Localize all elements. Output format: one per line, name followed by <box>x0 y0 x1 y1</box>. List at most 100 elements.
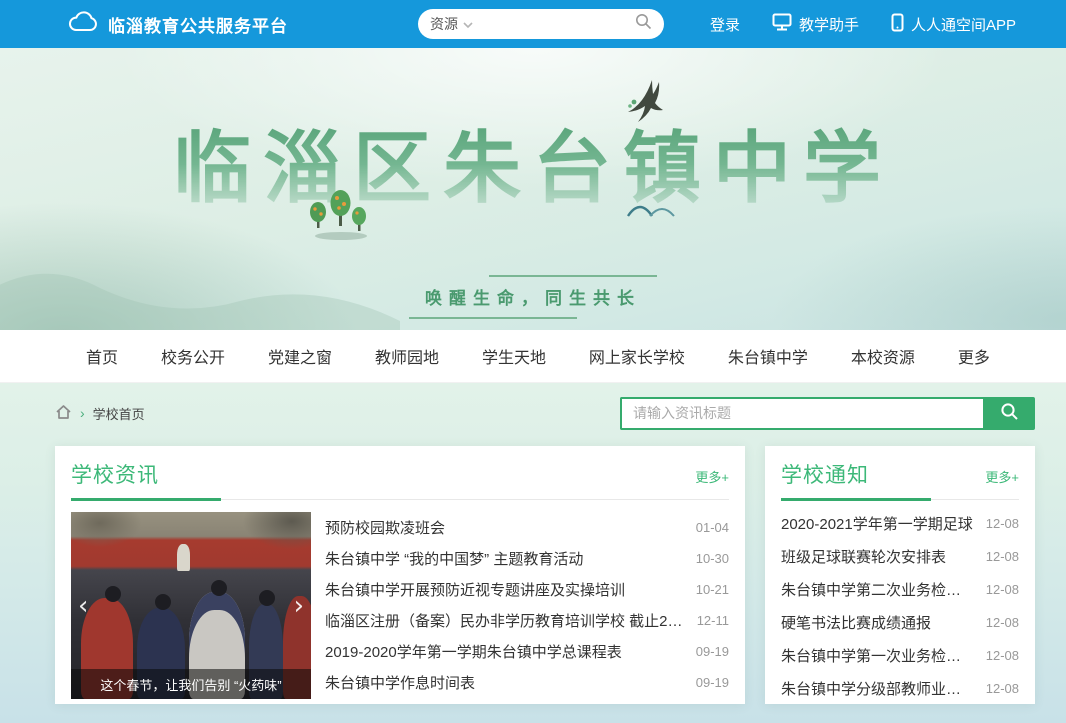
notice-item-title: 朱台镇中学分级部教师业务展 <box>781 678 974 699</box>
carousel-photo-head <box>259 590 275 606</box>
top-search-bar[interactable]: 资源 <box>418 9 664 39</box>
news-search <box>620 397 1035 430</box>
news-list-item[interactable]: 朱台镇中学作息时间表 09-19 <box>325 667 729 698</box>
school-notices-more-link[interactable]: 更多+ <box>985 467 1019 486</box>
teaching-assistant-label: 教学助手 <box>799 14 859 35</box>
news-carousel[interactable]: ‹ › 这个春节，让我们告别 “火药味” <box>71 512 311 699</box>
notice-item-date: 12-08 <box>986 516 1019 531</box>
banner-slogan: 唤醒生命，同生共长 <box>425 284 641 309</box>
carousel-prev-arrow[interactable]: ‹ <box>78 593 88 619</box>
swallow-bird-icon <box>618 78 676 135</box>
school-notices-header: 学校通知 更多+ <box>765 446 1035 489</box>
nav-item-parent-school[interactable]: 网上家长学校 <box>589 344 685 368</box>
school-news-card: 学校资讯 更多+ ‹ <box>55 446 745 704</box>
notice-item-title: 班级足球联赛轮次安排表 <box>781 546 946 567</box>
school-name-title: 临淄区朱台镇中学 <box>0 106 1066 218</box>
school-banner: 临淄区朱台镇中学 唤醒生命，同生共长 <box>0 48 1066 330</box>
nav-item-school-affairs[interactable]: 校务公开 <box>161 344 225 368</box>
top-bar: 临淄教育公共服务平台 资源 登录 教学助手 <box>0 0 1066 48</box>
notice-item-date: 12-08 <box>986 681 1019 696</box>
renrentong-app-link[interactable]: 人人通空间APP <box>891 13 1016 36</box>
notice-list-item[interactable]: 朱台镇中学分级部教师业务展 12-08 <box>781 672 1019 705</box>
nav-item-zhutai-school[interactable]: 朱台镇中学 <box>728 344 808 368</box>
news-item-title: 2019-2020学年第一学期朱台镇中学总课程表 <box>325 641 622 662</box>
notice-list-item[interactable]: 班级足球联赛轮次安排表 12-08 <box>781 540 1019 573</box>
login-link[interactable]: 登录 <box>710 14 740 35</box>
school-news-title: 学校资讯 <box>71 459 159 489</box>
nav-item-home[interactable]: 首页 <box>86 344 118 368</box>
news-item-title: 预防校园欺凌班会 <box>325 517 445 538</box>
platform-title: 临淄教育公共服务平台 <box>108 12 288 37</box>
carousel-photo-head <box>211 580 227 596</box>
school-notices-card: 学校通知 更多+ 2020-2021学年第一学期足球 12-08 班级足球联赛轮… <box>765 446 1035 704</box>
search-icon[interactable] <box>635 13 652 35</box>
renrentong-app-label: 人人通空间APP <box>911 14 1016 35</box>
carousel-photo-head <box>155 594 171 610</box>
nav-item-school-resources[interactable]: 本校资源 <box>851 344 915 368</box>
top-links: 登录 教学助手 人人通空间APP <box>710 13 1016 36</box>
news-list: 预防校园欺凌班会 01-04 朱台镇中学 “我的中国梦” 主题教育活动 10-3… <box>325 512 729 699</box>
notice-item-date: 12-08 <box>986 549 1019 564</box>
school-news-divider <box>71 498 729 501</box>
notice-list: 2020-2021学年第一学期足球 12-08 班级足球联赛轮次安排表 12-0… <box>765 501 1035 705</box>
notice-list-item[interactable]: 2020-2021学年第一学期足球 12-08 <box>781 507 1019 540</box>
phone-icon <box>891 13 904 36</box>
platform-logo[interactable]: 临淄教育公共服务平台 <box>68 11 288 38</box>
home-icon[interactable] <box>55 404 72 423</box>
news-item-title: 朱台镇中学 “我的中国梦” 主题教育活动 <box>325 548 583 569</box>
notice-list-item[interactable]: 朱台镇中学第二次业务检查的 12-08 <box>781 573 1019 606</box>
carousel-photo-head <box>105 586 121 602</box>
school-news-more-link[interactable]: 更多+ <box>695 467 729 486</box>
nav-item-more[interactable]: 更多 <box>958 344 990 368</box>
nav-item-party-building[interactable]: 党建之窗 <box>268 344 332 368</box>
chevron-down-icon <box>463 16 473 32</box>
school-notices-divider <box>781 498 1019 501</box>
news-item-date: 10-21 <box>696 582 729 597</box>
notice-item-title: 朱台镇中学第一次业务检查的 <box>781 645 974 666</box>
monitor-icon <box>772 13 792 35</box>
login-label: 登录 <box>710 14 740 35</box>
notice-item-date: 12-08 <box>986 582 1019 597</box>
news-list-item[interactable]: 2019-2020学年第一学期朱台镇中学总课程表 09-19 <box>325 636 729 667</box>
news-item-date: 01-04 <box>696 520 729 535</box>
main-nav: 首页 校务公开 党建之窗 教师园地 学生天地 网上家长学校 朱台镇中学 本校资源… <box>0 330 1066 383</box>
news-list-item[interactable]: 临淄区注册（备案）民办非学历教育培训学校 截止2019 12-11 <box>325 605 729 636</box>
carousel-photo-speaker <box>177 544 190 571</box>
breadcrumb-separator: › <box>80 405 85 421</box>
teaching-assistant-link[interactable]: 教学助手 <box>772 13 859 35</box>
news-list-item[interactable]: 朱台镇中学 “我的中国梦” 主题教育活动 10-30 <box>325 543 729 574</box>
school-news-header: 学校资讯 更多+ <box>55 446 745 489</box>
carousel-next-arrow[interactable]: › <box>294 593 304 619</box>
cloud-icon <box>68 11 98 38</box>
notice-list-item[interactable]: 硬笔书法比赛成绩通报 12-08 <box>781 606 1019 639</box>
notice-list-item[interactable]: 朱台镇中学第一次业务检查的 12-08 <box>781 639 1019 672</box>
news-item-title: 朱台镇中学作息时间表 <box>325 672 475 693</box>
news-search-button[interactable] <box>983 397 1035 430</box>
breadcrumb: › 学校首页 <box>55 404 145 423</box>
notice-item-date: 12-08 <box>986 615 1019 630</box>
nav-item-teacher-garden[interactable]: 教师园地 <box>375 344 439 368</box>
news-item-date: 12-11 <box>697 613 729 628</box>
school-notices-title: 学校通知 <box>781 459 869 489</box>
news-item-title: 朱台镇中学开展预防近视专题讲座及实操培训 <box>325 579 625 600</box>
notice-item-title: 朱台镇中学第二次业务检查的 <box>781 579 974 600</box>
toolbar-row: › 学校首页 <box>55 396 1035 430</box>
nav-item-student-world[interactable]: 学生天地 <box>482 344 546 368</box>
page: 临淄教育公共服务平台 资源 登录 教学助手 <box>0 0 1066 723</box>
news-list-item[interactable]: 朱台镇中学开展预防近视专题讲座及实操培训 10-21 <box>325 574 729 605</box>
school-news-body: ‹ › 这个春节，让我们告别 “火药味” 预防校园欺凌班会 01-04 朱台镇中… <box>55 501 745 699</box>
news-list-item[interactable]: 预防校园欺凌班会 01-04 <box>325 512 729 543</box>
search-scope-dropdown[interactable]: 资源 <box>430 14 473 34</box>
search-scope-value: 资源 <box>430 14 458 34</box>
cards-row: 学校资讯 更多+ ‹ <box>55 446 1035 704</box>
news-item-title: 临淄区注册（备案）民办非学历教育培训学校 截止2019 <box>325 610 685 631</box>
content-area: › 学校首页 学校资讯 更多+ <box>0 383 1066 723</box>
trees-decoration <box>305 186 375 249</box>
news-search-input[interactable] <box>620 397 983 430</box>
news-item-date: 09-19 <box>696 644 729 659</box>
breadcrumb-current[interactable]: 学校首页 <box>93 404 145 423</box>
news-item-date: 10-30 <box>696 551 729 566</box>
search-icon <box>1000 402 1019 424</box>
news-item-date: 09-19 <box>696 675 729 690</box>
carousel-caption[interactable]: 这个春节，让我们告别 “火药味” <box>71 669 311 699</box>
